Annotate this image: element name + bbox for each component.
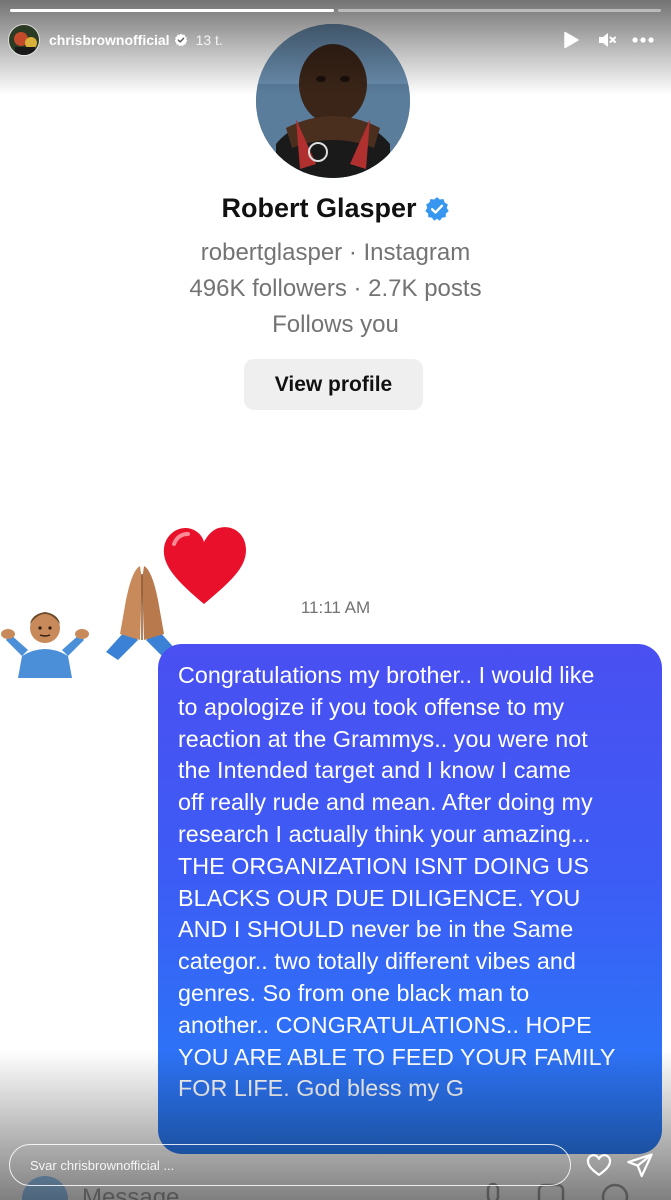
message-line: AND I SHOULD never be in the Same [178, 916, 574, 943]
mute-icon[interactable] [593, 26, 621, 54]
story-progress [10, 9, 661, 12]
reply-input[interactable] [9, 1144, 571, 1186]
profile-handle: robertglasper · Instagram [200, 239, 471, 266]
progress-segment [10, 9, 334, 12]
view-profile-button[interactable]: View profile [244, 359, 423, 410]
verified-badge-icon [424, 196, 450, 222]
follows-you-label: Follows you [272, 311, 399, 338]
message-line: to apologize if you took offense to my [178, 693, 565, 720]
story-time: 13 t. [195, 32, 223, 48]
message-line: BLACKS OUR DUE DILIGENCE. YOU [178, 884, 581, 911]
message-line: research I actually think your amazing..… [178, 820, 591, 847]
heart-outline-icon[interactable] [585, 1151, 613, 1179]
message-line: YOU ARE ABLE TO FEED YOUR FAMILY [178, 1043, 616, 1070]
message-line: the Intended target and I know I came [178, 757, 571, 784]
message-line: categor.. two totally different vibes an… [178, 948, 576, 975]
message-line: genres. So from one black man to [178, 979, 530, 1006]
send-icon[interactable] [626, 1151, 654, 1179]
profile-name-row: Robert Glasper [0, 193, 671, 224]
story-username[interactable]: chrisbrownofficial [49, 32, 170, 48]
profile-name: Robert Glasper [221, 193, 417, 223]
message-bubble: Congratulations my brother.. I would lik… [158, 644, 662, 1154]
play-icon[interactable] [557, 26, 585, 54]
message-timestamp: 11:11 AM [300, 598, 371, 617]
story-header: chrisbrownofficial 13 t. [8, 22, 657, 58]
message-line: reaction at the Grammys.. you were not [178, 725, 588, 752]
more-options-icon[interactable] [629, 26, 657, 54]
message-line: FOR LIFE. God bless my G [178, 1075, 465, 1102]
message-line: another.. CONGRATULATIONS.. HOPE [178, 1011, 592, 1038]
message-line: THE ORGANIZATION ISNT DOING US [178, 852, 589, 879]
story-avatar[interactable] [8, 24, 40, 56]
profile-stats: 496K followers · 2.7K posts [189, 275, 482, 302]
reply-bar [0, 1142, 671, 1188]
message-line: off really rude and mean. After doing my [178, 789, 593, 816]
message-line: Congratulations my brother.. I would lik… [178, 662, 595, 688]
verified-badge-icon [174, 33, 188, 47]
progress-segment [337, 9, 661, 12]
story-viewer: Robert Glasper robertglasper · Instagram… [0, 0, 671, 1200]
